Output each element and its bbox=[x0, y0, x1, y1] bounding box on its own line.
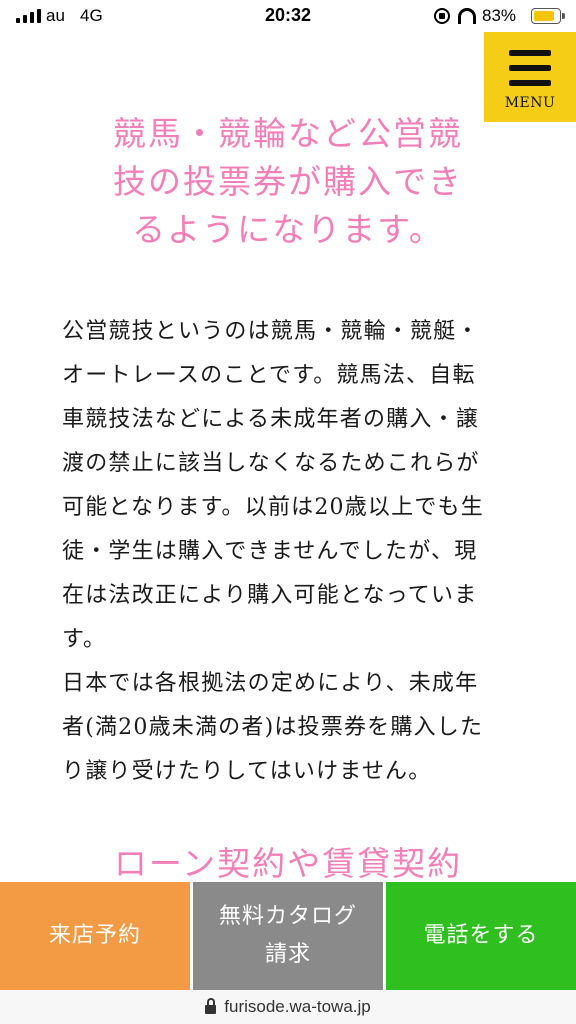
heading-line: 競馬・競輪など公営競 bbox=[113, 114, 463, 153]
url-text: furisode.wa-towa.jp bbox=[224, 997, 371, 1016]
hamburger-icon bbox=[509, 50, 551, 86]
phone-button[interactable]: 電話をする bbox=[386, 882, 576, 990]
menu-button[interactable]: MENU bbox=[484, 32, 576, 122]
text-line: 者(満20歳未満の者)は投票券を購入した bbox=[62, 715, 484, 740]
battery-fill bbox=[533, 10, 554, 21]
text-line: 徒・学生は購入できませんでしたが、現 bbox=[62, 539, 478, 564]
catalog-request-button[interactable]: 無料カタログ 請求 bbox=[193, 882, 383, 990]
text-line: 車競技法などによる未成年者の購入・譲 bbox=[62, 407, 479, 432]
url-bar[interactable]: furisode.wa-towa.jp bbox=[0, 990, 576, 1024]
rotation-lock-icon bbox=[434, 8, 450, 24]
status-bar: au 4G 20:32 83% bbox=[0, 0, 576, 32]
cta-bar: 来店予約 無料カタログ 請求 電話をする bbox=[0, 882, 576, 990]
battery-percent: 83% bbox=[482, 6, 517, 25]
text-line: す。 bbox=[62, 627, 107, 652]
text-line: 在は法改正により購入可能となっていま bbox=[62, 583, 478, 608]
text-line: り譲り受けたりしてはいけません。 bbox=[62, 759, 432, 784]
catalog-label-line: 無料カタログ bbox=[218, 904, 357, 929]
text-line: 可能となります。以前は20歳以上でも生 bbox=[62, 495, 484, 520]
section-heading-2: ローン契約や賃貸契約 bbox=[113, 844, 463, 883]
text-line: オートレースのことです。競馬法、自転 bbox=[62, 363, 476, 388]
heading-line: 技の投票券が購入でき bbox=[113, 162, 463, 201]
phone-label: 電話をする bbox=[423, 923, 539, 948]
catalog-label: 無料カタログ 請求 bbox=[219, 898, 357, 974]
lock-icon bbox=[205, 998, 217, 1014]
reserve-label: 来店予約 bbox=[48, 923, 141, 948]
text-line: 公営競技というのは競馬・競輪・競艇・ bbox=[62, 319, 480, 344]
reserve-button[interactable]: 来店予約 bbox=[0, 882, 190, 990]
text-line: 日本では各根拠法の定めにより、未成年 bbox=[62, 671, 479, 696]
body-paragraph: 公営競技というのは競馬・競輪・競艇・ オートレースのことです。競馬法、自転 車競… bbox=[62, 310, 514, 794]
section-heading: 競馬・競輪など公営競 技の投票券が購入でき るようになります。 bbox=[88, 110, 488, 254]
text-line: 渡の禁止に該当しなくなるためこれらが bbox=[62, 451, 480, 476]
headphones-icon bbox=[458, 8, 476, 24]
battery-icon bbox=[531, 8, 565, 24]
catalog-label-line: 請求 bbox=[264, 942, 311, 967]
menu-label: MENU bbox=[504, 95, 556, 111]
heading-line: るようになります。 bbox=[132, 210, 444, 249]
